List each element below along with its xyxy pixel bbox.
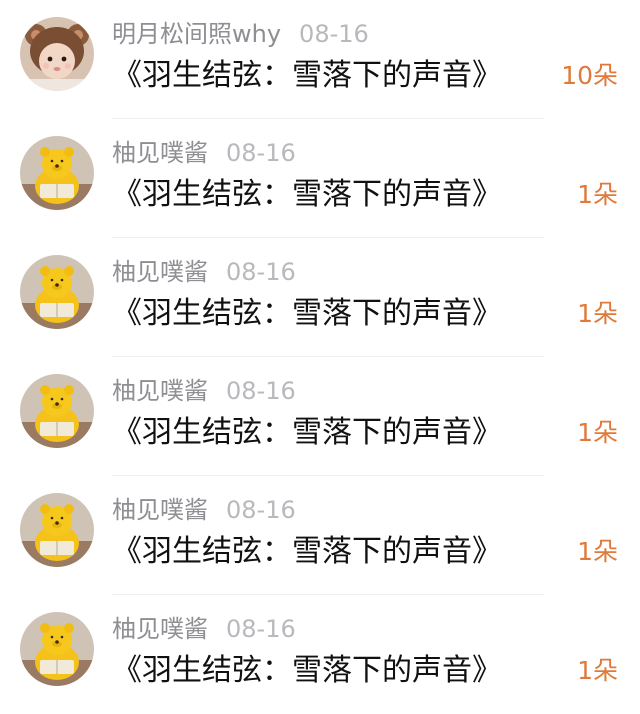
gift-amount: 1朵 bbox=[577, 537, 618, 566]
item-meta: 柚见噗酱 08-16 bbox=[112, 494, 296, 526]
date: 08-16 bbox=[226, 377, 296, 405]
list-item[interactable]: 明月松间照why 08-16 《羽生结弦：雪落下的声音》 10朵 bbox=[0, 0, 640, 119]
username[interactable]: 柚见噗酱 bbox=[112, 496, 208, 524]
list-item[interactable]: 柚见噗酱 08-16 《羽生结弦：雪落下的声音》 1朵 bbox=[0, 476, 640, 595]
gift-amount: 10朵 bbox=[561, 61, 618, 90]
gift-amount: 1朵 bbox=[577, 418, 618, 447]
item-title[interactable]: 《羽生结弦：雪落下的声音》 bbox=[112, 413, 502, 453]
item-meta: 柚见噗酱 08-16 bbox=[112, 613, 296, 645]
username[interactable]: 柚见噗酱 bbox=[112, 258, 208, 286]
avatar[interactable] bbox=[20, 136, 94, 210]
gift-amount: 1朵 bbox=[577, 299, 618, 328]
avatar[interactable] bbox=[20, 612, 94, 686]
date: 08-16 bbox=[226, 258, 296, 286]
date: 08-16 bbox=[226, 496, 296, 524]
winnie-the-pooh-avatar-icon bbox=[20, 493, 94, 567]
item-title[interactable]: 《羽生结弦：雪落下的声音》 bbox=[112, 175, 502, 215]
item-meta: 明月松间照why 08-16 bbox=[112, 18, 369, 50]
avatar[interactable] bbox=[20, 374, 94, 448]
gift-amount: 1朵 bbox=[577, 656, 618, 685]
username[interactable]: 柚见噗酱 bbox=[112, 377, 208, 405]
winnie-the-pooh-avatar-icon bbox=[20, 136, 94, 210]
winnie-the-pooh-avatar-icon bbox=[20, 374, 94, 448]
item-meta: 柚见噗酱 08-16 bbox=[112, 256, 296, 288]
item-title[interactable]: 《羽生结弦：雪落下的声音》 bbox=[112, 532, 502, 572]
item-title[interactable]: 《羽生结弦：雪落下的声音》 bbox=[112, 56, 502, 96]
avatar[interactable] bbox=[20, 17, 94, 91]
username[interactable]: 柚见噗酱 bbox=[112, 615, 208, 643]
username[interactable]: 明月松间照why bbox=[112, 20, 281, 48]
item-meta: 柚见噗酱 08-16 bbox=[112, 375, 296, 407]
date: 08-16 bbox=[226, 139, 296, 167]
date: 08-16 bbox=[299, 20, 369, 48]
list-item[interactable]: 柚见噗酱 08-16 《羽生结弦：雪落下的声音》 1朵 bbox=[0, 238, 640, 357]
gift-amount: 1朵 bbox=[577, 180, 618, 209]
date: 08-16 bbox=[226, 615, 296, 643]
gift-list: 明月松间照why 08-16 《羽生结弦：雪落下的声音》 10朵 柚见噗酱 08… bbox=[0, 0, 640, 701]
avatar[interactable] bbox=[20, 493, 94, 567]
list-item[interactable]: 柚见噗酱 08-16 《羽生结弦：雪落下的声音》 1朵 bbox=[0, 595, 640, 714]
baby-in-bear-hat-avatar-icon bbox=[20, 17, 94, 91]
item-meta: 柚见噗酱 08-16 bbox=[112, 137, 296, 169]
winnie-the-pooh-avatar-icon bbox=[20, 255, 94, 329]
item-title[interactable]: 《羽生结弦：雪落下的声音》 bbox=[112, 651, 502, 691]
avatar[interactable] bbox=[20, 255, 94, 329]
winnie-the-pooh-avatar-icon bbox=[20, 612, 94, 686]
username[interactable]: 柚见噗酱 bbox=[112, 139, 208, 167]
item-title[interactable]: 《羽生结弦：雪落下的声音》 bbox=[112, 294, 502, 334]
list-item[interactable]: 柚见噗酱 08-16 《羽生结弦：雪落下的声音》 1朵 bbox=[0, 357, 640, 476]
list-item[interactable]: 柚见噗酱 08-16 《羽生结弦：雪落下的声音》 1朵 bbox=[0, 119, 640, 238]
